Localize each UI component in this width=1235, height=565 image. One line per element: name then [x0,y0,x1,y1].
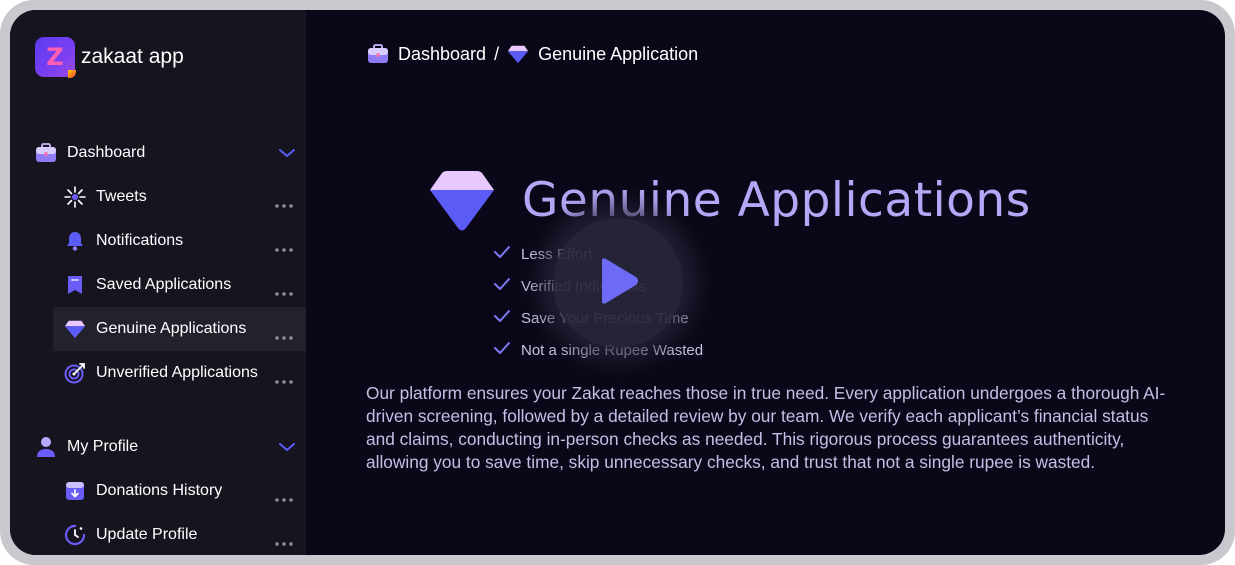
sparkle-icon [64,186,86,208]
more-options-icon[interactable] [275,283,293,301]
sidebar: Z zakaat app Dashboard Tweets Notificati… [10,10,306,555]
user-icon [35,436,57,458]
more-options-icon[interactable] [275,371,293,389]
briefcase-icon [367,43,389,65]
check-icon [493,309,511,328]
bookmark-icon [64,274,86,296]
app-name: zakaat app [81,45,184,68]
breadcrumb-root-link[interactable]: Dashboard [398,44,486,65]
more-options-icon[interactable] [275,533,293,551]
check-icon [493,277,511,296]
sidebar-item-label: Donations History [96,482,223,499]
sidebar-item-notifications[interactable]: Notifications [53,219,306,263]
sidebar-item-unverified-applications[interactable]: Unverified Applications [53,351,306,395]
nav-group-dashboard[interactable]: Dashboard [35,139,295,167]
sidebar-item-label: Notifications [96,232,184,249]
description-text: Our platform ensures your Zakat reaches … [366,383,1166,472]
check-icon [493,245,511,264]
device-frame: Z zakaat app Dashboard Tweets Notificati… [0,0,1235,565]
sidebar-item-label: Unverified Applications [96,364,258,381]
archive-icon [64,480,86,502]
diamond-icon [428,170,496,239]
check-icon [493,341,511,360]
sidebar-item-label: Saved Applications [96,276,232,293]
sidebar-item-genuine-applications[interactable]: Genuine Applications [53,307,306,351]
sidebar-item-label: Genuine Applications [96,320,247,337]
sidebar-item-saved-applications[interactable]: Saved Applications [53,263,306,307]
bell-icon [64,230,86,252]
sidebar-item-donations-history[interactable]: Donations History [53,469,306,513]
nav-group-label: My Profile [67,438,139,455]
more-options-icon[interactable] [275,195,293,213]
diamond-icon [507,43,529,65]
play-icon [596,257,640,310]
breadcrumb-current: Genuine Application [538,43,699,64]
target-icon [64,362,86,384]
more-options-icon[interactable] [275,327,293,345]
nav-group-label: Dashboard [67,144,146,161]
sidebar-item-label: Update Profile [96,526,198,543]
more-options-icon[interactable] [275,239,293,257]
briefcase-icon [35,142,57,164]
app-logo[interactable]: Z [35,37,76,78]
video-play-button[interactable] [553,218,683,348]
nav-group-my-profile[interactable]: My Profile [35,433,295,461]
clock-icon [64,524,86,546]
breadcrumb: Dashboard / Genuine Application [367,42,698,66]
breadcrumb-separator: / [494,43,500,64]
more-options-icon[interactable] [275,489,293,507]
app-window: Z zakaat app Dashboard Tweets Notificati… [10,10,1225,555]
chevron-down-icon[interactable] [279,439,295,457]
sidebar-item-update-profile[interactable]: Update Profile [53,513,306,555]
sidebar-item-tweets[interactable]: Tweets [53,175,306,219]
sidebar-item-label: Tweets [96,188,147,205]
chevron-down-icon[interactable] [279,145,295,163]
diamond-icon [64,318,86,340]
logo-letter: Z [46,43,64,71]
